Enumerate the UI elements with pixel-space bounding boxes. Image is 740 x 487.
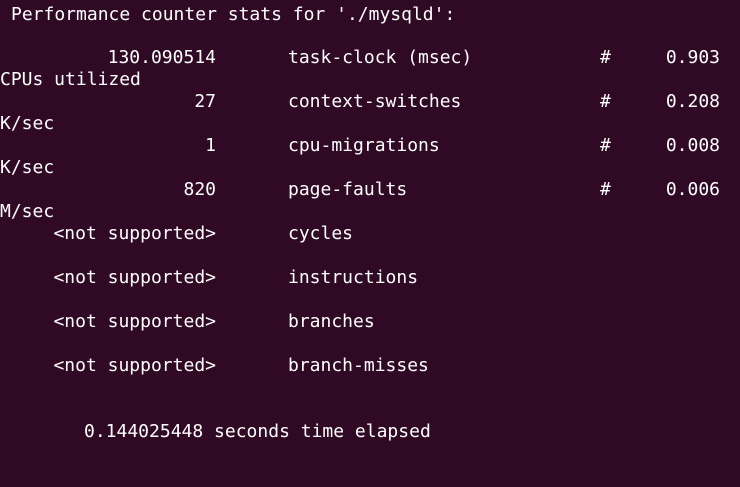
stat-row-page-faults: 820 page-faults # 0.006 xyxy=(0,179,740,201)
stat-unit-line: CPUs utilized xyxy=(0,69,740,91)
stat-unit: CPUs utilized xyxy=(0,69,141,90)
stat-event: branch-misses xyxy=(288,355,429,376)
stat-event: task-clock (msec) xyxy=(288,47,473,68)
stat-event: branches xyxy=(288,311,375,332)
stat-row-branch-misses: <not supported> branch-misses xyxy=(0,355,740,377)
stat-value: 130.090514 xyxy=(107,47,216,68)
stat-row-task-clock: 130.090514 task-clock (msec) # 0.903 xyxy=(0,47,740,69)
header-text: Performance counter stats for './mysqld'… xyxy=(11,4,456,25)
stat-row-instructions: <not supported> instructions xyxy=(0,267,740,289)
stat-hash: # xyxy=(600,135,611,156)
stat-row-branches: <not supported> branches xyxy=(0,311,740,333)
stat-hash: # xyxy=(600,47,611,68)
stat-event: page-faults xyxy=(288,179,408,200)
stat-value: 820 xyxy=(183,179,216,200)
stat-unit-line: K/sec xyxy=(0,157,740,179)
stat-unit: K/sec xyxy=(0,157,55,178)
stat-ratio: 0.006 xyxy=(665,179,720,200)
stat-row-cpu-migrations: 1 cpu-migrations # 0.008 xyxy=(0,135,740,157)
stat-row-cycles: <not supported> cycles xyxy=(0,223,740,245)
elapsed-time: 0.144025448 seconds time elapsed xyxy=(84,421,431,442)
stat-hash: # xyxy=(600,179,611,200)
perf-header: Performance counter stats for './mysqld'… xyxy=(0,4,740,26)
stat-row-context-switches: 27 context-switches # 0.208 xyxy=(0,91,740,113)
terminal-window[interactable]: Performance counter stats for './mysqld'… xyxy=(0,0,740,451)
stat-event: context-switches xyxy=(288,91,462,112)
stat-event: cycles xyxy=(288,223,354,244)
stat-unit: K/sec xyxy=(0,113,55,134)
stat-value: <not supported> xyxy=(53,311,216,332)
stat-value: 1 xyxy=(205,135,216,156)
stat-unit-line: K/sec xyxy=(0,113,740,135)
elapsed-time-line: 0.144025448 seconds time elapsed xyxy=(0,421,740,443)
stat-value: 27 xyxy=(194,91,216,112)
stat-value: <not supported> xyxy=(53,223,216,244)
stat-hash: # xyxy=(600,91,611,112)
stat-unit-line: M/sec xyxy=(0,201,740,223)
stat-value: <not supported> xyxy=(53,267,216,288)
stat-unit: M/sec xyxy=(0,201,55,222)
stat-ratio: 0.208 xyxy=(665,91,720,112)
stat-event: instructions xyxy=(288,267,419,288)
stat-ratio: 0.008 xyxy=(665,135,720,156)
stat-ratio: 0.903 xyxy=(665,47,720,68)
stat-value: <not supported> xyxy=(53,355,216,376)
stat-event: cpu-migrations xyxy=(288,135,440,156)
